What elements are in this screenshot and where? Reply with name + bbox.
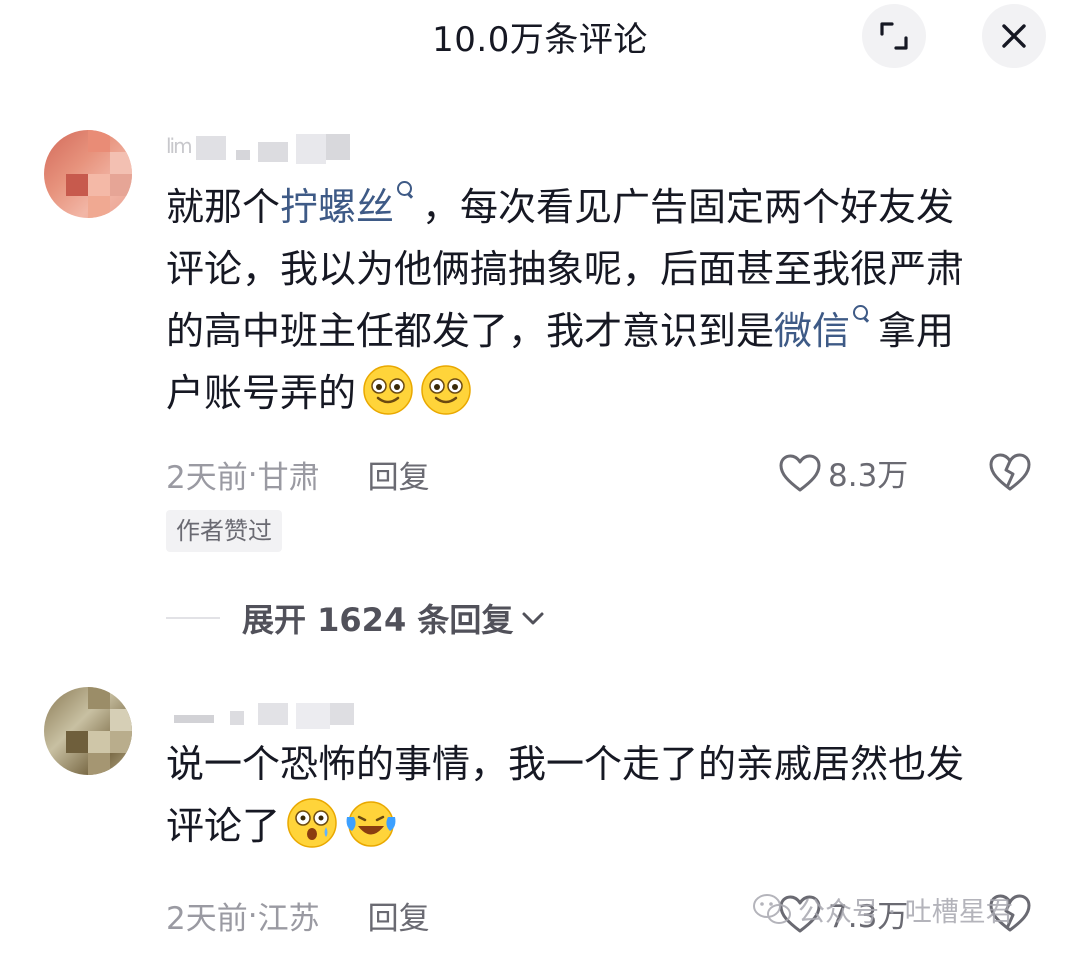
- comment-meta: 2天前 · 江苏 回复: [166, 893, 430, 938]
- like-count: 8.3万: [828, 458, 909, 494]
- comments-header: 10.0万条评论: [0, 0, 1080, 75]
- username-blurred[interactable]: [166, 693, 366, 729]
- wechat-logo-icon: [753, 893, 791, 924]
- search-icon: [852, 304, 870, 322]
- divider-line: [166, 617, 220, 619]
- watermark: 公众号 · 吐槽星君: [752, 890, 1013, 929]
- comment-location: 甘肃: [257, 460, 320, 496]
- meta-separator: ·: [247, 456, 258, 493]
- laughing-crying-emoji-icon: [346, 801, 396, 847]
- close-icon: [1002, 24, 1026, 48]
- broken-heart-icon: [989, 453, 1031, 491]
- meta-separator: ·: [247, 897, 258, 934]
- expand-replies-label: 展开 1624 条回复: [242, 601, 514, 639]
- heart-icon: [779, 454, 821, 491]
- comment-text: 说一个恐怖的事情，我一个走了的亲戚居然也发 评论了: [166, 742, 965, 848]
- reply-button[interactable]: 回复: [368, 893, 430, 938]
- reply-button[interactable]: 回复: [368, 452, 430, 497]
- comment-location: 江苏: [257, 901, 320, 937]
- username: lim: [166, 134, 193, 158]
- comment-time: 2天前: [166, 901, 248, 937]
- comment-meta: 2天前 · 甘肃 回复: [166, 452, 430, 497]
- close-button[interactable]: [982, 4, 1046, 68]
- expand-icon: [880, 22, 908, 50]
- expand-replies-button[interactable]: 展开 1624 条回复: [166, 595, 545, 641]
- search-link[interactable]: 拧螺丝: [280, 181, 422, 229]
- dislike-button[interactable]: [988, 452, 1032, 496]
- expand-button[interactable]: [862, 4, 926, 68]
- watermark-text: 公众号 · 吐槽星君: [798, 897, 1013, 928]
- avatar[interactable]: [44, 687, 132, 775]
- smile-emoji-icon: [421, 365, 471, 415]
- avatar[interactable]: [44, 130, 132, 218]
- author-liked-badge: 作者赞过: [166, 510, 282, 552]
- comment-time: 2天前: [166, 460, 248, 496]
- search-icon: [396, 180, 414, 198]
- smile-emoji-icon: [363, 365, 413, 415]
- search-link[interactable]: 微信: [774, 305, 878, 353]
- chevron-down-icon: [522, 612, 544, 625]
- like-button[interactable]: 8.3万: [778, 450, 908, 495]
- shocked-emoji-icon: [287, 798, 337, 848]
- comment-text: 就那个拧螺丝 ，每次看见广告固定两个好友发 评论，我以为他俩搞抽象呢，后面甚至我很…: [166, 176, 964, 424]
- comment-item: lim 就那个拧螺丝 ，每次看见广告固定两个好友发 评论，我以为他俩搞抽象呢，后面…: [0, 120, 1080, 560]
- username-blurred[interactable]: lim: [166, 128, 366, 164]
